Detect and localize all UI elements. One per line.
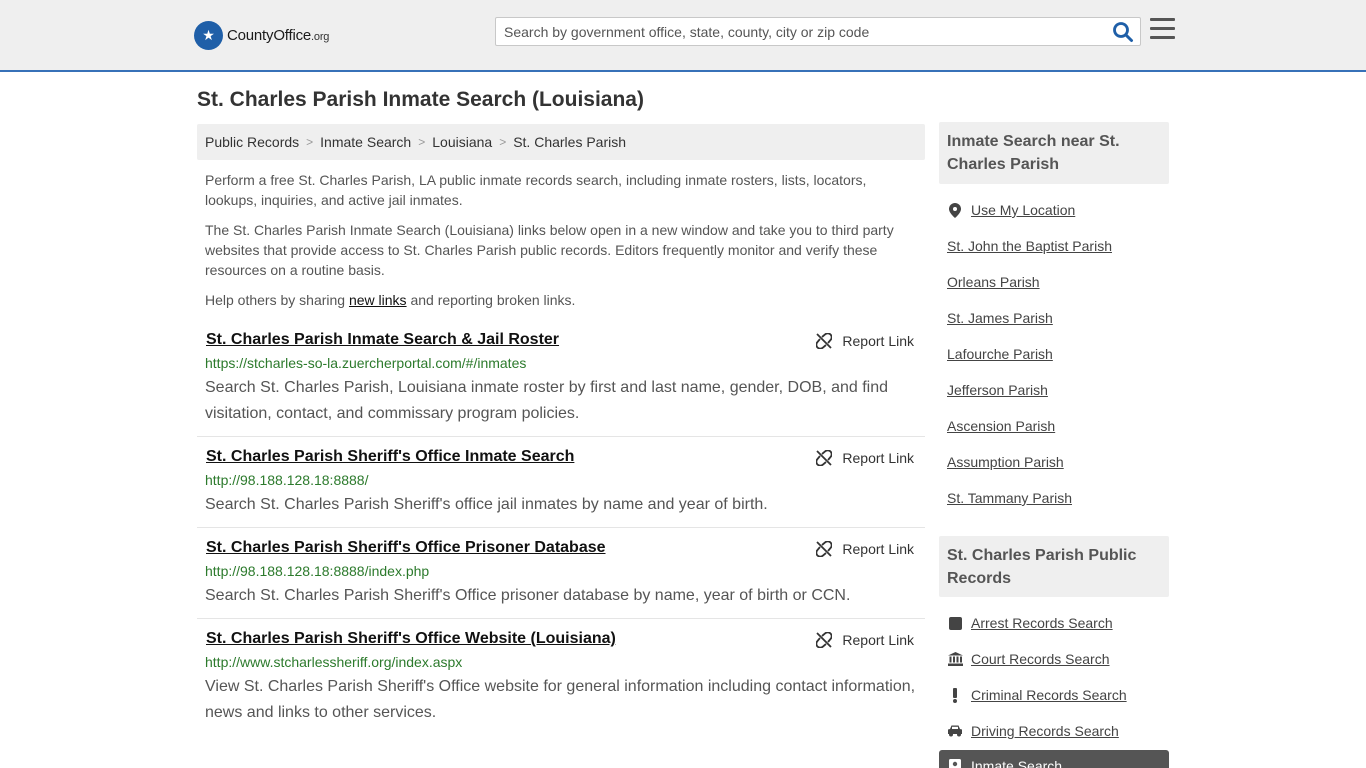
listing-title-link[interactable]: St. Charles Parish Sheriff's Office Inma… [206, 448, 574, 466]
listing-url: http://98.188.128.18:8888/ [205, 472, 369, 488]
broken-link-icon [816, 333, 833, 349]
use-my-location-link[interactable]: Use My Location [947, 202, 1075, 218]
map-pin-icon [947, 202, 963, 218]
inmate-icon [947, 759, 963, 768]
sidebar-records-heading: St. Charles Parish Public Records [939, 536, 1169, 597]
car-icon [947, 725, 963, 737]
sidebar-nearby-link[interactable]: St. Tammany Parish [947, 490, 1072, 506]
search-box [495, 17, 1141, 46]
search-input[interactable] [496, 18, 1106, 45]
broken-link-icon [816, 632, 833, 648]
broken-link-icon [816, 541, 833, 557]
sidebar-record-active-inmate[interactable]: Inmate Search [939, 750, 1169, 768]
chevron-right-icon: > [418, 135, 426, 149]
sidebar-record-link-criminal[interactable]: Criminal Records Search [947, 687, 1127, 703]
breadcrumb-public-records[interactable]: Public Records [205, 134, 299, 150]
broken-link-icon [816, 450, 833, 466]
listing-title-link[interactable]: St. Charles Parish Sheriff's Office Webs… [206, 630, 616, 648]
listing-item: St. Charles Parish Sheriff's Office Inma… [197, 448, 925, 528]
logo-text: CountyOffice.org [227, 26, 330, 44]
new-links-link[interactable]: new links [349, 292, 407, 308]
report-link-button[interactable]: Report Link [816, 450, 914, 466]
report-link-button[interactable]: Report Link [816, 632, 914, 648]
sidebar-nearby-link[interactable]: Ascension Parish [947, 418, 1055, 434]
intro-paragraph-1: Perform a free St. Charles Parish, LA pu… [205, 172, 867, 208]
listing-description: Search St. Charles Parish Sheriff's Offi… [205, 587, 851, 604]
sidebar-nearby-link[interactable]: Jefferson Parish [947, 382, 1048, 398]
hamburger-menu-icon[interactable] [1150, 18, 1176, 42]
chevron-right-icon: > [306, 135, 314, 149]
exclamation-icon [947, 687, 963, 703]
sidebar-record-link-arrest[interactable]: Arrest Records Search [947, 615, 1113, 631]
breadcrumb-st-charles-parish[interactable]: St. Charles Parish [513, 134, 626, 150]
listing-description: Search St. Charles Parish, Louisiana inm… [205, 379, 889, 422]
breadcrumb: Public Records > Inmate Search > Louisia… [197, 124, 925, 160]
breadcrumb-louisiana[interactable]: Louisiana [432, 134, 492, 150]
sidebar-nearby-heading: Inmate Search near St. Charles Parish [939, 122, 1169, 184]
sidebar-nearby-link[interactable]: Orleans Parish [947, 274, 1040, 290]
site-header: ★ CountyOffice.org [0, 0, 1366, 72]
sidebar-nearby-link[interactable]: St. John the Baptist Parish [947, 238, 1112, 254]
sidebar-nearby-link[interactable]: St. James Parish [947, 310, 1053, 326]
listing-title-link[interactable]: St. Charles Parish Sheriff's Office Pris… [206, 539, 606, 557]
listing-title-link[interactable]: St. Charles Parish Inmate Search & Jail … [206, 331, 559, 349]
intro-paragraph-2: The St. Charles Parish Inmate Search (Lo… [205, 222, 894, 278]
listing-description: View St. Charles Parish Sheriff's Office… [205, 678, 916, 721]
square-icon [947, 616, 963, 630]
listing-url: https://stcharles-so-la.zuercherportal.c… [205, 355, 527, 371]
report-link-button[interactable]: Report Link [816, 333, 914, 349]
report-link-button[interactable]: Report Link [816, 541, 914, 557]
sidebar-record-link-court[interactable]: Court Records Search [947, 651, 1110, 667]
sidebar-record-link-inmate[interactable]: Inmate Search [947, 758, 1062, 768]
listing-url: http://www.stcharlessheriff.org/index.as… [205, 654, 463, 670]
sidebar-nearby-link[interactable]: Assumption Parish [947, 454, 1064, 470]
search-icon[interactable] [1112, 21, 1134, 43]
site-logo[interactable]: ★ CountyOffice.org [194, 20, 329, 50]
courthouse-icon [947, 652, 963, 666]
chevron-right-icon: > [499, 135, 507, 149]
sidebar-nearby-link[interactable]: Lafourche Parish [947, 346, 1053, 362]
breadcrumb-inmate-search[interactable]: Inmate Search [320, 134, 411, 150]
intro-paragraph-3: Help others by sharing new links and rep… [205, 292, 576, 308]
sidebar-record-link-driving[interactable]: Driving Records Search [947, 723, 1119, 739]
listing-description: Search St. Charles Parish Sheriff's offi… [205, 496, 768, 513]
listing-item: St. Charles Parish Inmate Search & Jail … [197, 331, 925, 437]
listing-item: St. Charles Parish Sheriff's Office Webs… [197, 630, 925, 736]
page-title: St. Charles Parish Inmate Search (Louisi… [197, 88, 644, 111]
listing-url: http://98.188.128.18:8888/index.php [205, 563, 430, 579]
listing-item: St. Charles Parish Sheriff's Office Pris… [197, 539, 925, 619]
eagle-seal-icon: ★ [194, 20, 223, 50]
